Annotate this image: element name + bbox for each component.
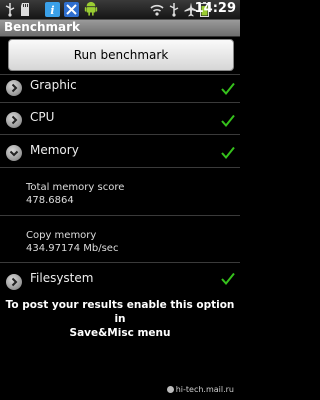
status-time: 14:29 xyxy=(194,1,236,16)
collapse-chevron-icon[interactable] xyxy=(6,145,22,161)
section-label: Filesystem xyxy=(30,271,94,285)
divider xyxy=(0,134,240,135)
app-title: Benchmark xyxy=(4,20,80,34)
notice-line-2: Save&Misc menu xyxy=(69,327,171,339)
section-label: Graphic xyxy=(30,78,77,92)
total-memory-score-label: Total memory score xyxy=(26,182,125,193)
watermark-text: hi-tech.mail.ru xyxy=(175,385,234,394)
info-icon: i xyxy=(45,2,60,17)
android-icon xyxy=(84,1,98,16)
tools-icon xyxy=(64,2,79,17)
section-label: Memory xyxy=(30,143,79,157)
copy-memory-label: Copy memory xyxy=(26,230,97,241)
watermark-logo-icon xyxy=(166,386,174,393)
post-results-notice: To post your results enable this option … xyxy=(0,298,240,340)
checkmark-icon[interactable] xyxy=(221,114,235,128)
wifi-icon xyxy=(150,4,164,16)
expand-chevron-icon[interactable] xyxy=(6,112,22,128)
svg-text:i: i xyxy=(50,4,54,17)
checkmark-icon[interactable] xyxy=(221,82,235,96)
watermark: hi-tech.mail.ru xyxy=(166,385,234,394)
notice-line-1: To post your results enable this option … xyxy=(5,299,235,325)
expand-chevron-icon[interactable] xyxy=(6,80,22,96)
divider xyxy=(0,74,240,75)
usb-connection-icon xyxy=(169,3,179,17)
run-benchmark-button[interactable]: Run benchmark xyxy=(8,39,234,71)
title-bar: Benchmark xyxy=(0,20,240,37)
section-label: CPU xyxy=(30,110,55,124)
divider xyxy=(0,262,240,263)
divider xyxy=(0,215,240,216)
expand-chevron-icon[interactable] xyxy=(6,274,22,290)
divider xyxy=(0,102,240,103)
status-bar: i 14:29 xyxy=(0,0,240,20)
usb-icon xyxy=(5,3,15,17)
divider xyxy=(0,167,240,168)
copy-memory-value: 434.97174 Mb/sec xyxy=(26,243,119,254)
sd-card-icon xyxy=(21,3,29,16)
checkmark-icon[interactable] xyxy=(221,146,235,160)
total-memory-score-value: 478.6864 xyxy=(26,195,74,206)
checkmark-icon[interactable] xyxy=(221,272,235,286)
